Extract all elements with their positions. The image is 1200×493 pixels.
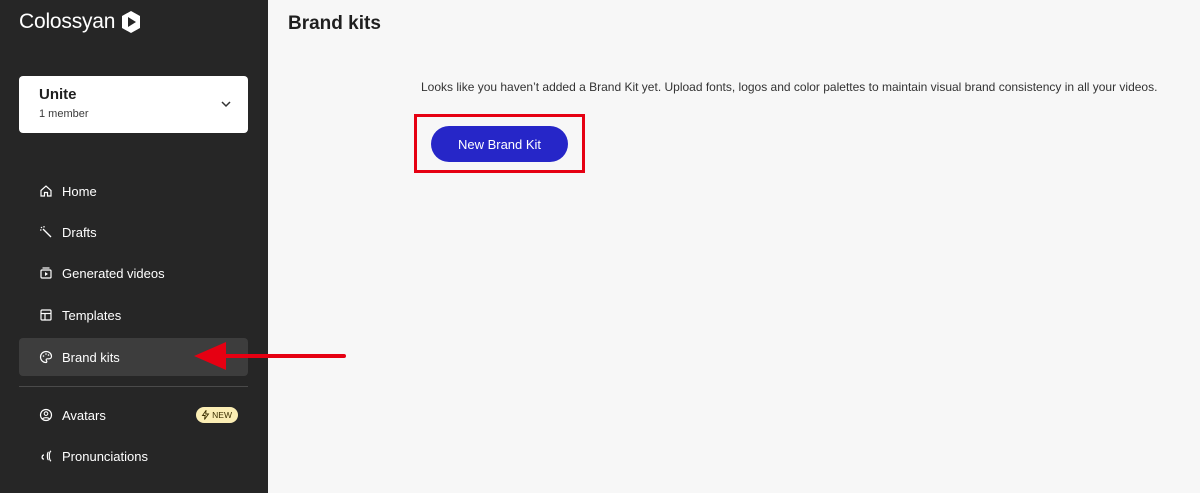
badge-label: NEW: [212, 410, 232, 420]
sidebar-item-label: Templates: [62, 307, 122, 323]
sidebar-item-label: Avatars: [62, 407, 106, 423]
sidebar-item-label: Brand kits: [62, 349, 120, 365]
page-title: Brand kits: [288, 13, 381, 34]
logo[interactable]: Colossyan: [19, 10, 141, 34]
workspace-name: Unite: [39, 86, 77, 103]
sidebar: Colossyan Unite 1 member Home Drafts Gen…: [0, 0, 268, 493]
sidebar-item-label: Home: [62, 183, 97, 199]
new-brand-kit-button[interactable]: New Brand Kit: [431, 126, 568, 162]
sidebar-item-generated-videos[interactable]: Generated videos: [19, 254, 248, 292]
sidebar-item-drafts[interactable]: Drafts: [19, 213, 248, 251]
sidebar-item-label: Generated videos: [62, 265, 165, 281]
new-badge: NEW: [196, 407, 238, 423]
logo-text: Colossyan: [19, 10, 116, 33]
home-icon: [39, 184, 53, 198]
pronunciation-icon: [39, 449, 53, 463]
chevron-down-icon: [221, 101, 231, 108]
lightning-icon: [201, 410, 210, 420]
annotation-arrow-icon: [194, 342, 346, 370]
workspace-members: 1 member: [39, 108, 89, 120]
sidebar-item-avatars[interactable]: Avatars NEW: [19, 396, 248, 434]
sidebar-item-home[interactable]: Home: [19, 172, 248, 210]
magic-wand-icon: [39, 225, 53, 239]
sidebar-item-label: Drafts: [62, 224, 97, 240]
video-library-icon: [39, 266, 53, 280]
sidebar-item-pronunciations[interactable]: Pronunciations: [19, 437, 248, 475]
sidebar-item-label: Pronunciations: [62, 448, 148, 464]
template-icon: [39, 308, 53, 322]
workspace-selector[interactable]: Unite 1 member: [19, 76, 248, 133]
palette-icon: [39, 350, 53, 364]
sidebar-divider: [19, 386, 248, 387]
empty-state-message: Looks like you haven’t added a Brand Kit…: [421, 80, 1158, 94]
logo-mark-icon: [122, 11, 141, 33]
sidebar-item-templates[interactable]: Templates: [19, 296, 248, 334]
avatar-icon: [39, 408, 53, 422]
